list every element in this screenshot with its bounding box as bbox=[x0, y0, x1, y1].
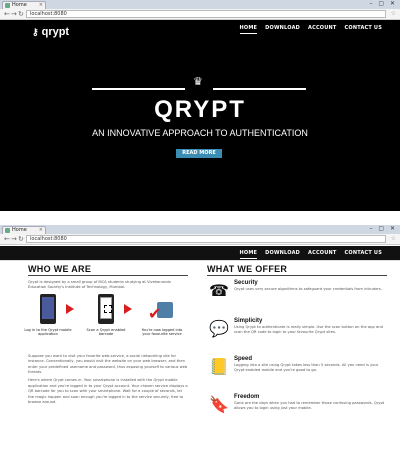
forward-icon[interactable]: → bbox=[11, 235, 17, 243]
address-bar: ← → ↻ localhost:8080 ☆ bbox=[0, 234, 400, 245]
browser-tab[interactable]: Home × bbox=[2, 1, 46, 9]
feature-item: 💬 Simplicity Using Qrypt to authenticate… bbox=[207, 318, 387, 356]
favicon-icon bbox=[5, 3, 10, 8]
nav-home[interactable]: HOME bbox=[239, 25, 258, 34]
nav-account[interactable]: ACCOUNT bbox=[308, 250, 337, 259]
site-nav-bar: HOME DOWNLOAD ACCOUNT CONTACT US bbox=[0, 246, 400, 260]
arrow-icon bbox=[66, 303, 74, 314]
heading-rule bbox=[28, 275, 188, 276]
chat-icon: 💬 bbox=[209, 319, 229, 338]
browser-window-hero: Home × – ▢ ✕ ← → ↻ localhost:8080 ☆ ⚷ qry… bbox=[0, 0, 400, 211]
top-nav: HOME DOWNLOAD ACCOUNT CONTACT US bbox=[239, 25, 383, 34]
address-bar: ← → ↻ localhost:8080 ☆ bbox=[0, 9, 400, 20]
tab-close-icon[interactable]: × bbox=[39, 227, 43, 234]
hero-rule-left bbox=[92, 88, 185, 90]
who-we-are-section: WHO WE ARE Qrypt is designed by a small … bbox=[24, 264, 188, 408]
forward-icon[interactable]: → bbox=[11, 10, 17, 18]
hero-rule-right bbox=[213, 88, 306, 90]
body-text: Here's where Qrypt comes in. Your smartp… bbox=[28, 378, 188, 405]
divider bbox=[0, 260, 400, 261]
feature-item: 📒 Speed Logging into a site using Qrypt … bbox=[207, 356, 387, 394]
feature-desc: Gone are the days when you had to rememb… bbox=[234, 401, 385, 411]
feature-title: Security bbox=[234, 280, 258, 286]
top-nav: HOME DOWNLOAD ACCOUNT CONTACT US bbox=[239, 250, 383, 259]
feature-title: Speed bbox=[234, 356, 253, 362]
what-we-offer-section: WHAT WE OFFER ☎ Security Qrypt uses very… bbox=[207, 264, 387, 432]
site-logo[interactable]: ⚷ qrypt bbox=[32, 26, 69, 38]
browser-tab[interactable]: Home × bbox=[2, 226, 46, 234]
address-book-icon: 📒 bbox=[209, 357, 229, 376]
url-input[interactable]: localhost:8080 bbox=[26, 235, 386, 243]
intro-text: Qrypt is designed by a small group of MC… bbox=[28, 280, 171, 290]
step-caption: Scan a Qrypt enabled barcode bbox=[86, 327, 126, 337]
tab-title: Home bbox=[12, 2, 27, 8]
tab-bar: Home × – ▢ ✕ bbox=[0, 225, 400, 234]
nav-contact-us[interactable]: CONTACT US bbox=[345, 250, 382, 259]
tab-close-icon[interactable]: × bbox=[39, 2, 43, 9]
reload-icon[interactable]: ↻ bbox=[18, 235, 24, 243]
hero-title: QRYPT bbox=[154, 96, 246, 123]
checkmark-icon: ✔ bbox=[148, 303, 162, 323]
step-caption: You're now logged into your favourite se… bbox=[141, 327, 183, 337]
how-it-works-illustration: ✔ Log in to the Qrypt mobile application… bbox=[24, 293, 188, 350]
window-controls[interactable]: – ▢ ✕ bbox=[369, 0, 397, 7]
bookmark-icon: 🔖 bbox=[209, 395, 229, 414]
window-controls[interactable]: – ▢ ✕ bbox=[369, 225, 397, 232]
back-icon[interactable]: ← bbox=[4, 235, 10, 243]
url-input[interactable]: localhost:8080 bbox=[26, 10, 386, 18]
bookmark-star-icon[interactable]: ☆ bbox=[391, 235, 396, 242]
logged-in-image: ✔ bbox=[148, 298, 174, 324]
arrow-icon bbox=[124, 303, 132, 314]
hero-section: ⚷ qrypt HOME DOWNLOAD ACCOUNT CONTACT US … bbox=[0, 21, 400, 211]
tab-bar: Home × – ▢ ✕ bbox=[0, 0, 400, 9]
hero-subtitle: AN INNOVATIVE APPROACH TO AUTHENTICATION bbox=[92, 128, 308, 138]
key-icon: ⚷ bbox=[32, 27, 39, 37]
step-caption: Log in to the Qrypt mobile application bbox=[24, 327, 72, 337]
feature-title: Freedom bbox=[234, 394, 260, 400]
section-heading: WHAT WE OFFER bbox=[207, 264, 288, 274]
read-more-button[interactable]: READ MORE bbox=[176, 149, 222, 158]
heading-rule bbox=[207, 275, 387, 276]
section-heading: WHO WE ARE bbox=[28, 264, 92, 274]
feature-desc: Using Qrypt to authenticate is really si… bbox=[234, 325, 383, 335]
body-text: Suppose you want to visit your favorite … bbox=[28, 353, 188, 375]
phone-scan-image bbox=[98, 293, 114, 324]
qr-code-icon bbox=[104, 304, 112, 313]
feature-item: 🔖 Freedom Gone are the days when you had… bbox=[207, 394, 387, 432]
phone-login-image bbox=[40, 293, 56, 324]
nav-account[interactable]: ACCOUNT bbox=[308, 25, 337, 34]
nav-contact-us[interactable]: CONTACT US bbox=[345, 25, 382, 34]
back-icon[interactable]: ← bbox=[4, 10, 10, 18]
favicon-icon bbox=[5, 228, 10, 233]
nav-home[interactable]: HOME bbox=[239, 250, 258, 259]
tab-title: Home bbox=[12, 227, 27, 233]
crown-icon: ♛ bbox=[193, 75, 203, 88]
nav-download[interactable]: DOWNLOAD bbox=[265, 250, 300, 259]
nav-download[interactable]: DOWNLOAD bbox=[265, 25, 300, 34]
reload-icon[interactable]: ↻ bbox=[18, 10, 24, 18]
feature-desc: Logging into a site using Qrypt takes le… bbox=[234, 363, 379, 373]
bookmark-star-icon[interactable]: ☆ bbox=[391, 10, 396, 17]
feature-title: Simplicity bbox=[234, 318, 263, 324]
browser-window-content: Home × – ▢ ✕ ← → ↻ localhost:8080 ☆ HOME… bbox=[0, 225, 400, 452]
feature-desc: Qrypt uses very secure algorithms to saf… bbox=[234, 287, 382, 291]
telephone-icon: ☎ bbox=[209, 281, 229, 300]
feature-item: ☎ Security Qrypt uses very secure algori… bbox=[207, 280, 387, 318]
